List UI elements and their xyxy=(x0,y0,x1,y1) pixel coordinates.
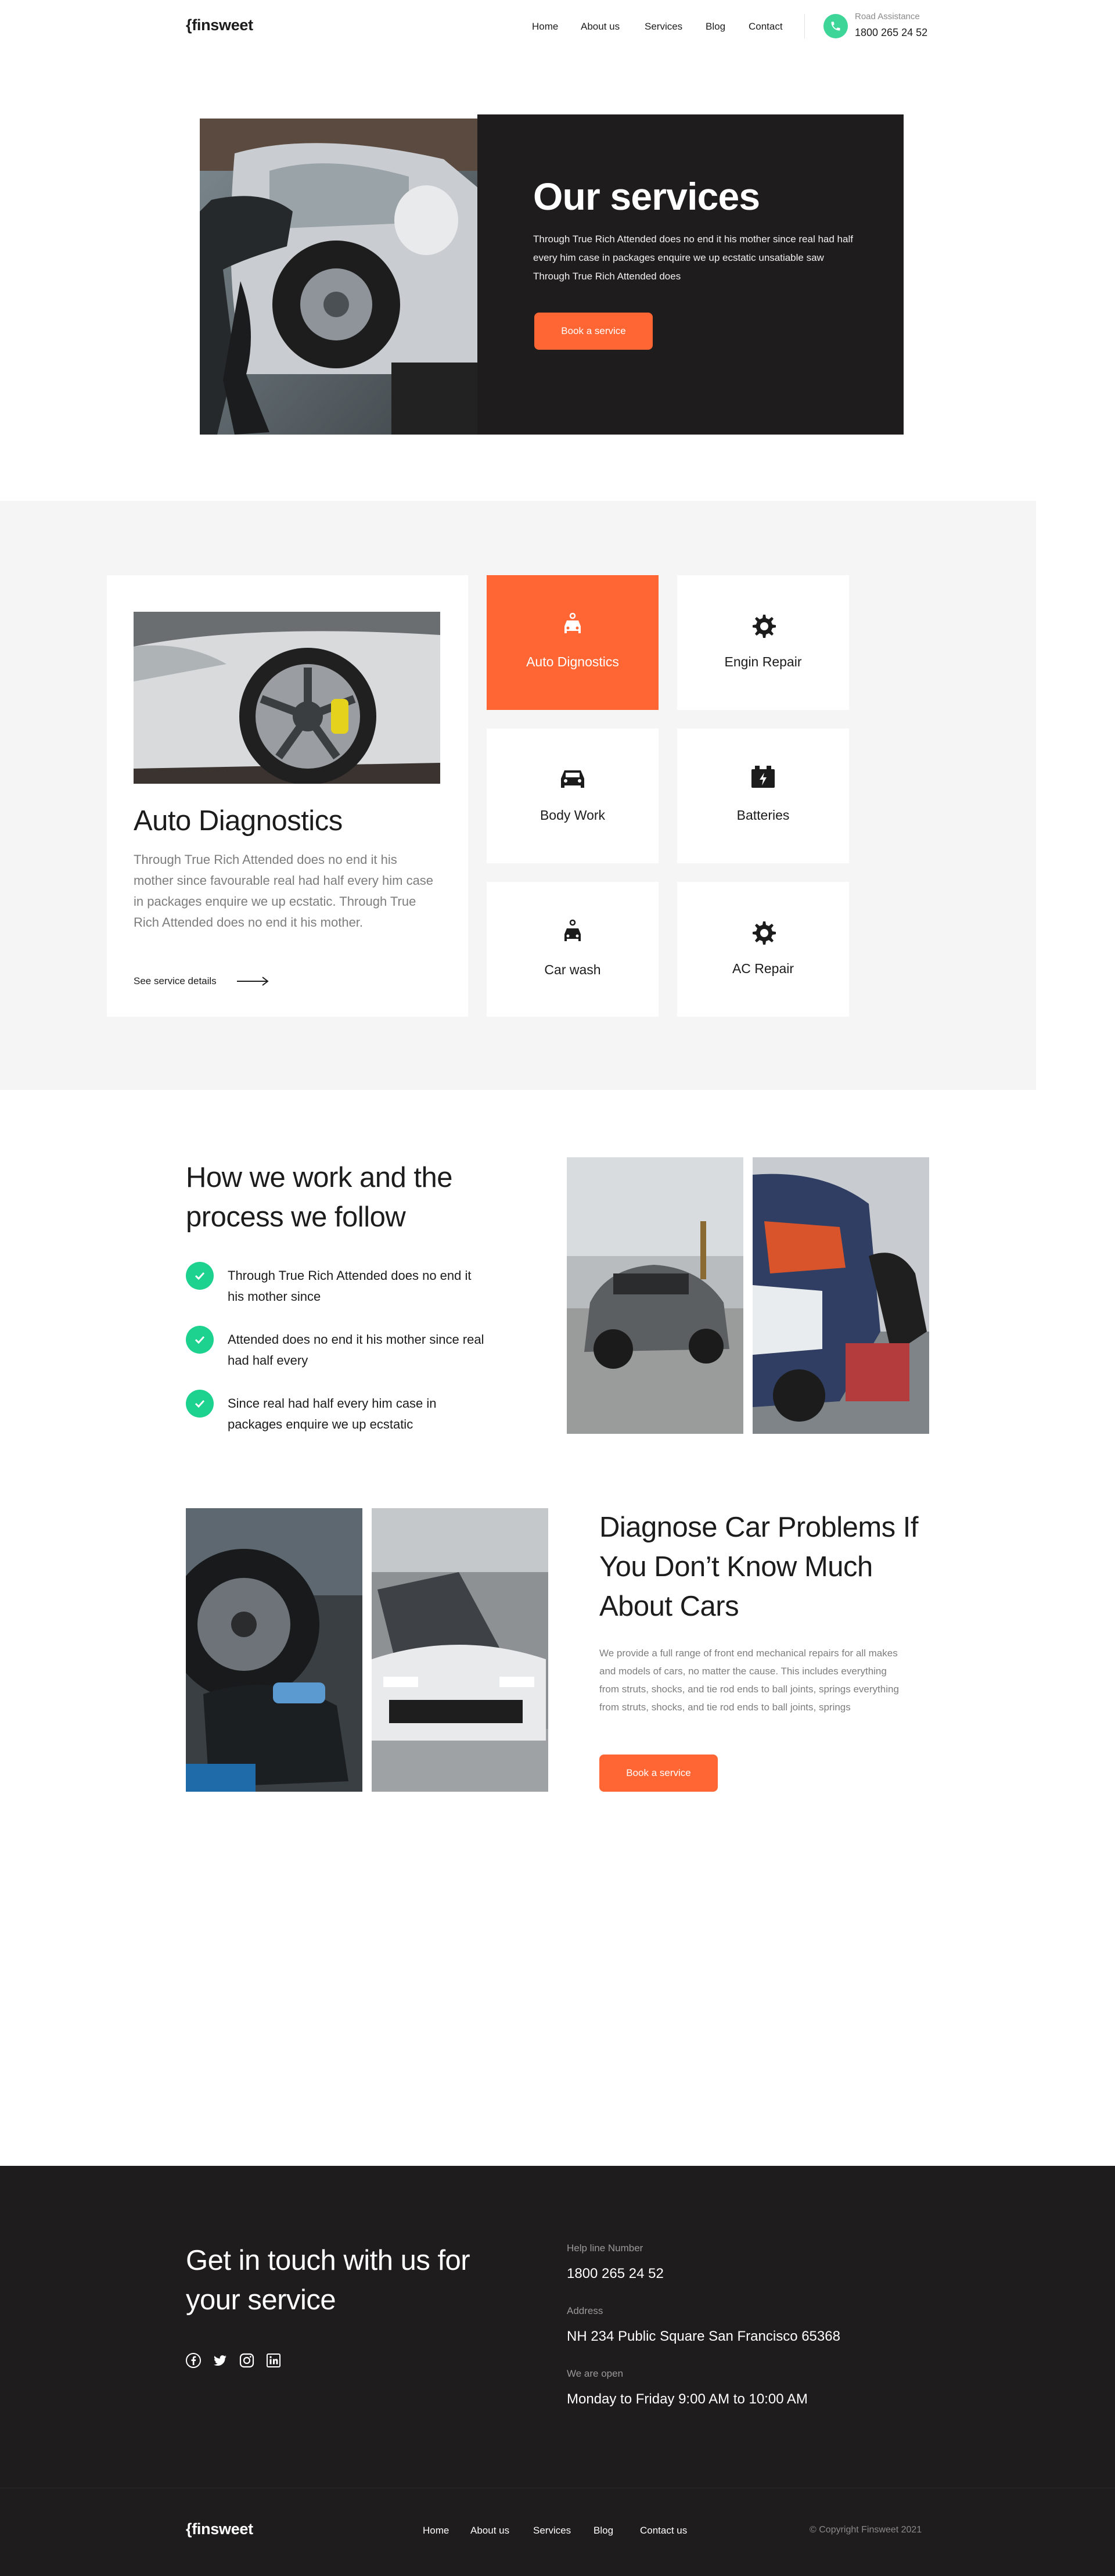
open-hours-value: Monday to Friday 9:00 AM to 10:00 AM xyxy=(567,2391,808,2407)
brand-logo[interactable]: {finsweet xyxy=(186,16,253,34)
nav-blog[interactable]: Blog xyxy=(706,21,725,33)
footer-nav-about[interactable]: About us xyxy=(470,2525,509,2536)
road-assistance-label: Road Assistance xyxy=(855,12,920,21)
footer-nav-services[interactable]: Services xyxy=(533,2525,571,2536)
nav-about[interactable]: About us xyxy=(581,21,620,33)
nav-services[interactable]: Services xyxy=(645,21,682,33)
facebook-icon[interactable] xyxy=(186,2353,201,2368)
service-detail-photo xyxy=(134,612,440,784)
car-wash-icon xyxy=(564,612,581,633)
rally-car-service-photo xyxy=(753,1157,929,1434)
twitter-icon[interactable] xyxy=(213,2353,228,2368)
copyright: © Copyright Finsweet 2021 xyxy=(810,2525,922,2535)
nav-divider xyxy=(804,14,805,38)
process-step: Through True Rich Attended does no end i… xyxy=(228,1268,472,1304)
service-detail-title: Auto Diagnostics xyxy=(134,805,343,837)
process-title: How we work and the process we follow xyxy=(186,1162,452,1233)
check-icon xyxy=(186,1390,214,1418)
hero-description: Through True Rich Attended does no end i… xyxy=(533,234,853,282)
process-step: Since real had half every him case in pa… xyxy=(228,1396,437,1431)
hero-title: Our services xyxy=(533,175,760,218)
open-hours-label: We are open xyxy=(567,2368,624,2379)
nav-contact[interactable]: Contact xyxy=(749,21,783,33)
address-label: Address xyxy=(567,2305,603,2316)
footer-logo[interactable]: {finsweet xyxy=(186,2520,253,2538)
tile-engin-repair[interactable]: Engin Repair xyxy=(677,575,849,710)
car-icon xyxy=(561,770,584,788)
tile-label: Car wash xyxy=(544,962,601,977)
footer-nav-home[interactable]: Home xyxy=(423,2525,449,2536)
diagnose-title: Diagnose Car Problems If You Don’t Know … xyxy=(599,1512,919,1622)
battery-icon xyxy=(751,766,775,788)
tire-repair-photo xyxy=(186,1508,362,1792)
check-icon xyxy=(186,1326,214,1354)
address-value: NH 234 Public Square San Francisco 65368 xyxy=(567,2329,840,2344)
nav-home[interactable]: Home xyxy=(532,21,558,33)
tile-label: Batteries xyxy=(736,808,790,823)
footer-title: Get in touch with us for your service xyxy=(186,2245,470,2316)
service-detail-text: Through True Rich Attended does no end i… xyxy=(134,852,434,930)
hero-mechanic-photo xyxy=(200,119,479,435)
see-service-details-link[interactable]: See service details xyxy=(134,975,217,987)
tile-label: AC Repair xyxy=(732,961,794,976)
tile-label: Body Work xyxy=(539,808,606,823)
tile-label: Auto Dignostics xyxy=(526,654,619,669)
help-line-number[interactable]: 1800 265 24 52 xyxy=(567,2266,664,2282)
instagram-icon[interactable] xyxy=(239,2353,254,2368)
arrow-right-icon[interactable] xyxy=(237,976,269,986)
tile-car-wash[interactable]: Car wash xyxy=(487,882,659,1017)
footer-nav-blog[interactable]: Blog xyxy=(594,2525,613,2536)
hero-book-service-button[interactable]: Book a service xyxy=(534,313,653,350)
process-step: Attended does no end it his mother since… xyxy=(228,1332,484,1368)
car-wash-icon xyxy=(564,919,581,941)
diagnose-text: We provide a full range of front end mec… xyxy=(599,1648,899,1713)
tile-batteries[interactable]: Batteries xyxy=(677,729,849,863)
grey-car-photo xyxy=(567,1157,743,1434)
engine-gear-icon xyxy=(753,921,776,945)
tile-auto-diagnostics[interactable]: Auto Dignostics xyxy=(487,575,659,710)
top-navbar: {finsweet Home About us Services Blog Co… xyxy=(0,0,1115,53)
white-gtr-photo xyxy=(372,1508,548,1792)
engine-gear-icon xyxy=(753,615,776,638)
check-icon xyxy=(186,1262,214,1290)
road-assistance-number[interactable]: 1800 265 24 52 xyxy=(855,27,927,39)
footer-nav-contact[interactable]: Contact us xyxy=(640,2525,687,2536)
phone-icon[interactable] xyxy=(823,14,848,38)
linkedin-icon[interactable] xyxy=(266,2353,281,2368)
tile-ac-repair[interactable]: AC Repair xyxy=(677,882,849,1017)
tile-label: Engin Repair xyxy=(724,654,802,669)
diagnose-book-service-button[interactable]: Book a service xyxy=(599,1755,718,1792)
footer xyxy=(0,2166,1115,2576)
tile-body-work[interactable]: Body Work xyxy=(487,729,659,863)
help-line-label: Help line Number xyxy=(567,2243,643,2254)
